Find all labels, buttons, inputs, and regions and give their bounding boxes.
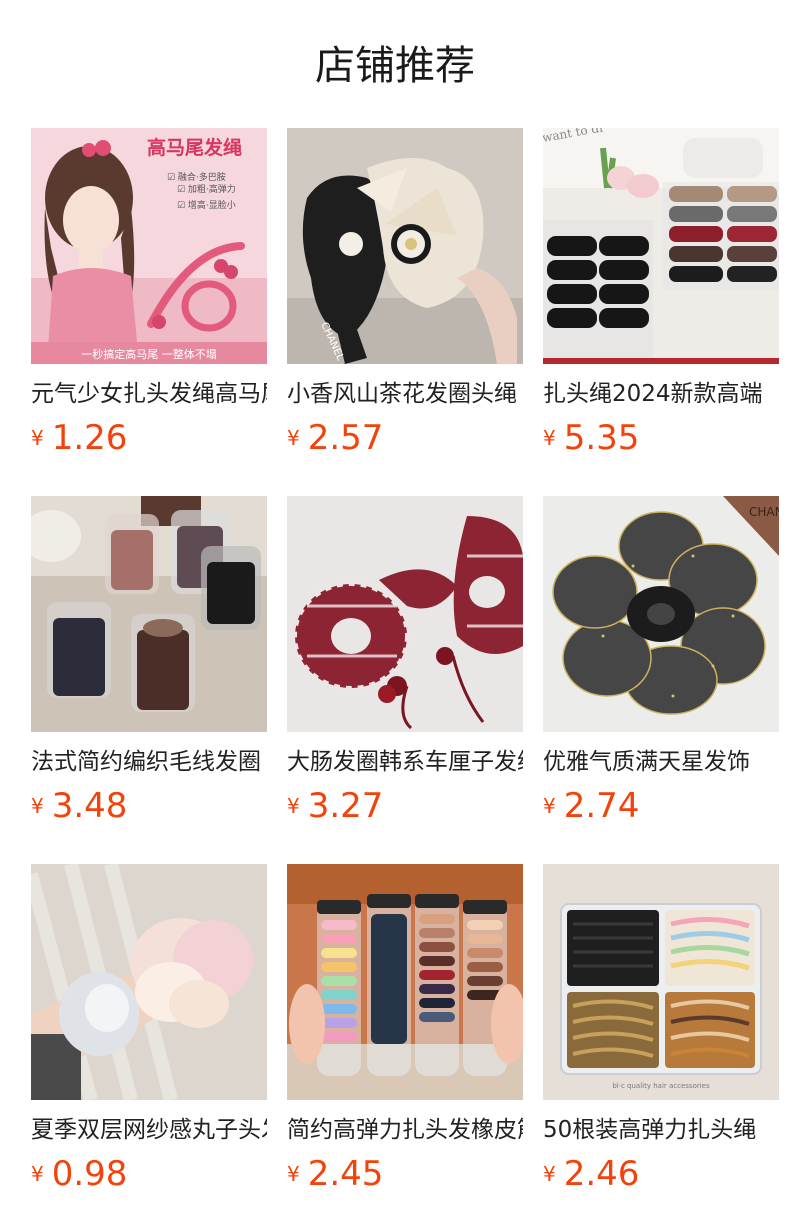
braided-hair-ties-box-image[interactable]: bl·c quality hair accessories xyxy=(543,864,779,1100)
product-name[interactable]: 法式简约编织毛线发圈 xyxy=(31,746,267,778)
product-card[interactable]: 简约高弹力扎头发橡皮筋 ¥2.45 xyxy=(287,864,523,1232)
image-caption-text: bl·c quality hair accessories xyxy=(612,1082,710,1090)
product-image-drawing xyxy=(287,496,523,732)
product-image-drawing: 高马尾发绳 ☑ 融合·多巴胺 ☑ 加粗·高弹力 ☑ 增高·显脸小 一秒搞定高马尾… xyxy=(31,128,267,364)
hair-tie-box-image[interactable]: want to dr xyxy=(543,128,779,364)
cherry-plaid-scrunchie-image[interactable] xyxy=(287,496,523,732)
product-card[interactable]: 法式简约编织毛线发圈 ¥3.48 xyxy=(31,496,267,864)
currency-symbol: ¥ xyxy=(31,1162,44,1186)
price-value: 2.57 xyxy=(307,418,384,458)
product-image-drawing: want to dr xyxy=(543,128,779,364)
currency-symbol: ¥ xyxy=(543,426,556,450)
currency-symbol: ¥ xyxy=(287,1162,300,1186)
camellia-scrunchie-image[interactable]: CHANEL xyxy=(287,128,523,364)
price-value: 1.26 xyxy=(51,418,128,458)
product-card[interactable]: 大肠发圈韩系车厘子发绳 ¥3.27 xyxy=(287,496,523,864)
currency-symbol: ¥ xyxy=(287,426,300,450)
price-value: 0.98 xyxy=(51,1154,128,1194)
product-name[interactable]: 扎头绳2024新款高端 xyxy=(543,378,779,410)
currency-symbol: ¥ xyxy=(31,426,44,450)
product-price: ¥2.74 xyxy=(543,784,639,828)
image-feature-1: ☑ 融合·多巴胺 xyxy=(167,171,226,183)
price-value: 2.45 xyxy=(307,1154,384,1194)
currency-symbol: ¥ xyxy=(543,794,556,818)
product-image-drawing xyxy=(31,496,267,732)
currency-symbol: ¥ xyxy=(31,794,44,818)
product-price: ¥2.46 xyxy=(543,1152,639,1196)
product-name[interactable]: 元气少女扎头发绳高马尾 xyxy=(31,378,267,410)
product-image-drawing: bl·c quality hair accessories xyxy=(543,864,779,1100)
hair-tie-tubes-image[interactable] xyxy=(287,864,523,1100)
product-price: ¥2.57 xyxy=(287,416,383,460)
black-organza-scrunchie-image[interactable]: CHAN xyxy=(543,496,779,732)
image-feature-2: ☑ 加粗·高弹力 xyxy=(177,183,236,195)
product-card[interactable]: want to dr 扎头绳2024新款高端 ¥ 5.35 xyxy=(543,128,779,496)
organza-scrunchie-wrist-image[interactable] xyxy=(31,864,267,1100)
product-price: ¥3.27 xyxy=(287,784,383,828)
product-grid: 高马尾发绳 ☑ 融合·多巴胺 ☑ 加粗·高弹力 ☑ 增高·显脸小 一秒搞定高马尾… xyxy=(31,128,779,1232)
product-name[interactable]: 优雅气质满天星发饰 xyxy=(543,746,779,778)
product-card[interactable]: 夏季双层网纱感丸子头发圈 ¥0.98 xyxy=(31,864,267,1232)
product-price: ¥3.48 xyxy=(31,784,127,828)
price-value: 3.48 xyxy=(51,786,128,826)
price-value: 2.74 xyxy=(563,786,640,826)
section-title: 店铺推荐 xyxy=(315,43,475,89)
price-value: 5.35 xyxy=(563,418,640,458)
currency-symbol: ¥ xyxy=(287,794,300,818)
jarred-hair-ties-image[interactable] xyxy=(31,496,267,732)
product-price: ¥2.45 xyxy=(287,1152,383,1196)
image-banner: 一秒搞定高马尾 一整体不塌 xyxy=(81,347,217,361)
product-card[interactable]: CHANEL 小香风山茶花发圈头绳 ¥2.57 xyxy=(287,128,523,496)
product-price: ¥5.35 xyxy=(543,416,639,460)
product-name[interactable]: 大肠发圈韩系车厘子发绳 xyxy=(287,746,523,778)
product-name[interactable]: 夏季双层网纱感丸子头发圈 xyxy=(31,1114,267,1146)
product-card[interactable]: 高马尾发绳 ☑ 融合·多巴胺 ☑ 加粗·高弹力 ☑ 增高·显脸小 一秒搞定高马尾… xyxy=(31,128,267,496)
image-tag-text: CHAN xyxy=(749,505,779,519)
store-recommendations-page: 店铺推荐 高马尾发绳 ☑ 融合·多巴胺 ☑ 加粗·高弹力 ☑ 增高·显脸小 一秒… xyxy=(0,0,790,1232)
currency-symbol: ¥ xyxy=(543,1162,556,1186)
product-card[interactable]: CHAN xyxy=(543,496,779,864)
price-value: 3.27 xyxy=(307,786,384,826)
image-headline: 高马尾发绳 xyxy=(147,136,242,159)
product-image-drawing xyxy=(287,864,523,1100)
product-image-drawing xyxy=(31,864,267,1100)
product-name[interactable]: 小香风山茶花发圈头绳 xyxy=(287,378,523,410)
pink-ponytail-hair-tie-image[interactable]: 高马尾发绳 ☑ 融合·多巴胺 ☑ 加粗·高弹力 ☑ 增高·显脸小 一秒搞定高马尾… xyxy=(31,128,267,364)
product-image-drawing: CHAN xyxy=(543,496,779,732)
product-name[interactable]: 简约高弹力扎头发橡皮筋 xyxy=(287,1114,523,1146)
product-price: ¥0.98 xyxy=(31,1152,127,1196)
product-card[interactable]: bl·c quality hair accessories 50根装高弹力扎头绳… xyxy=(543,864,779,1232)
price-value: 2.46 xyxy=(563,1154,640,1194)
product-name[interactable]: 50根装高弹力扎头绳 xyxy=(543,1114,779,1146)
product-price: ¥1.26 xyxy=(31,416,127,460)
product-image-drawing: CHANEL xyxy=(287,128,523,364)
image-feature-3: ☑ 增高·显脸小 xyxy=(177,199,236,211)
